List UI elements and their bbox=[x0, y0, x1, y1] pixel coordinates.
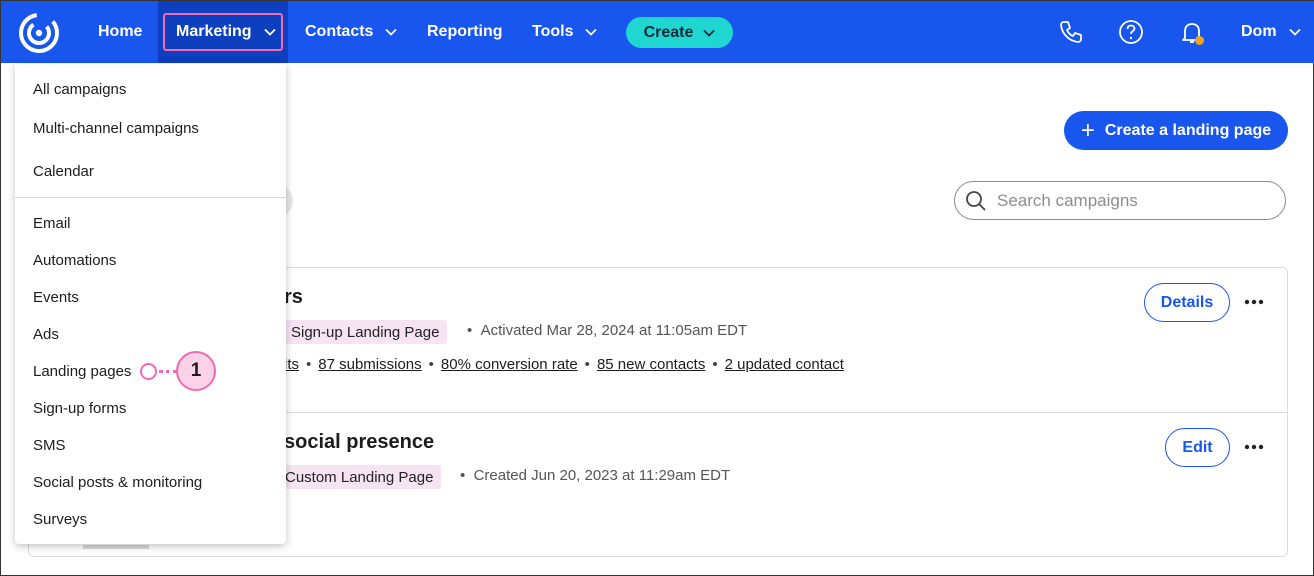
menu-item-all-campaigns[interactable]: All campaigns bbox=[33, 81, 126, 98]
menu-item-calendar[interactable]: Calendar bbox=[33, 163, 94, 180]
constant-contact-logo-icon[interactable] bbox=[17, 11, 61, 55]
top-navigation-bar: Home Marketing Contacts Reporting Tools … bbox=[1, 1, 1314, 63]
menu-item-multi-channel-campaigns[interactable]: Multi-channel campaigns bbox=[33, 120, 199, 137]
create-button-label: Create bbox=[643, 23, 694, 41]
campaign-status: • Activated Mar 28, 2024 at 11:05am EDT bbox=[467, 322, 748, 339]
marketing-dropdown-menu: All campaigns Multi-channel campaigns Ca… bbox=[15, 64, 286, 544]
more-options-icon[interactable] bbox=[1244, 444, 1264, 450]
chevron-down-icon bbox=[703, 29, 716, 37]
campaign-title[interactable]: social presence bbox=[284, 431, 434, 454]
chevron-down-icon bbox=[585, 28, 598, 36]
menu-item-events[interactable]: Events bbox=[33, 289, 79, 306]
menu-item-sms[interactable]: SMS bbox=[33, 437, 66, 454]
stat-conversion-link[interactable]: 80% conversion rate bbox=[441, 356, 578, 373]
campaign-status-text: Created Jun 20, 2023 at 11:29am EDT bbox=[473, 467, 731, 484]
search-input[interactable] bbox=[997, 190, 1267, 211]
chevron-down-icon bbox=[263, 28, 276, 36]
chevron-down-icon bbox=[385, 28, 398, 36]
user-menu[interactable]: Dom bbox=[1241, 1, 1301, 63]
callout-number-badge: 1 bbox=[176, 351, 216, 391]
edit-button[interactable]: Edit bbox=[1165, 428, 1230, 467]
menu-item-email[interactable]: Email bbox=[33, 215, 71, 232]
nav-contacts[interactable]: Contacts bbox=[305, 1, 398, 63]
callout-dotted-line bbox=[159, 370, 177, 373]
nav-reporting-label: Reporting bbox=[427, 23, 503, 40]
nav-home[interactable]: Home bbox=[98, 1, 142, 63]
campaign-type-tag: Custom Landing Page bbox=[277, 465, 442, 489]
stat-submissions-link[interactable]: 87 submissions bbox=[318, 356, 421, 373]
campaign-stats: its • 87 submissions • 80% conversion ra… bbox=[284, 356, 844, 373]
search-icon bbox=[966, 190, 986, 211]
callout-pointer-ring bbox=[140, 363, 157, 380]
campaign-thumbnail-partial bbox=[83, 545, 149, 549]
nav-marketing[interactable]: Marketing bbox=[176, 1, 276, 63]
stat-new-contacts-link[interactable]: 85 new contacts bbox=[597, 356, 705, 373]
stat-link[interactable]: its bbox=[284, 356, 299, 373]
menu-item-landing-pages[interactable]: Landing pages bbox=[33, 363, 131, 380]
more-options-icon[interactable] bbox=[1244, 299, 1264, 305]
create-landing-page-label: Create a landing page bbox=[1104, 121, 1272, 139]
details-button[interactable]: Details bbox=[1144, 283, 1230, 322]
nav-contacts-label: Contacts bbox=[305, 23, 374, 40]
help-icon[interactable] bbox=[1118, 19, 1144, 45]
chevron-down-icon bbox=[1288, 28, 1301, 36]
campaign-title[interactable]: rs bbox=[284, 286, 303, 309]
nav-reporting[interactable]: Reporting bbox=[427, 1, 503, 63]
campaign-type-tag: Sign-up Landing Page bbox=[283, 320, 448, 344]
menu-item-social-posts-monitoring[interactable]: Social posts & monitoring bbox=[33, 474, 202, 491]
plus-icon: + bbox=[1080, 116, 1095, 144]
notification-dot bbox=[1195, 36, 1204, 45]
nav-home-label: Home bbox=[98, 23, 143, 40]
stat-updated-contacts-link[interactable]: 2 updated contact bbox=[725, 356, 844, 373]
nav-tools[interactable]: Tools bbox=[532, 1, 598, 63]
phone-icon[interactable] bbox=[1058, 19, 1084, 45]
menu-item-sign-up-forms[interactable]: Sign-up forms bbox=[33, 400, 126, 417]
menu-item-ads[interactable]: Ads bbox=[33, 326, 59, 343]
campaign-status: • Created Jun 20, 2023 at 11:29am EDT bbox=[460, 467, 731, 484]
campaign-status-text: Activated Mar 28, 2024 at 11:05am EDT bbox=[480, 322, 748, 339]
user-name: Dom bbox=[1241, 23, 1277, 40]
menu-item-automations[interactable]: Automations bbox=[33, 252, 116, 269]
nav-tools-label: Tools bbox=[532, 23, 574, 40]
create-landing-page-button[interactable]: + Create a landing page bbox=[1064, 111, 1288, 150]
menu-divider bbox=[15, 197, 286, 198]
search-box bbox=[954, 181, 1286, 220]
nav-marketing-label: Marketing bbox=[176, 23, 252, 40]
create-button[interactable]: Create bbox=[626, 17, 733, 48]
menu-item-surveys[interactable]: Surveys bbox=[33, 511, 87, 528]
